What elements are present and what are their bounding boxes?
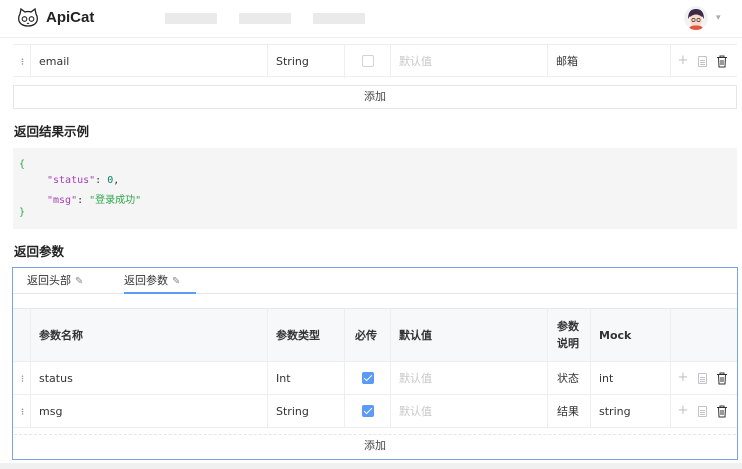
response-title: 返回参数	[14, 244, 65, 259]
json-brace: }	[19, 207, 26, 218]
bottom-scroll-strip	[0, 463, 742, 469]
mock-cell[interactable]: string	[591, 395, 671, 428]
drag-handle-icon[interactable]	[13, 362, 31, 395]
trash-icon[interactable]	[716, 372, 728, 385]
json-key: "msg"	[47, 195, 78, 206]
top-bar: ApiCat ▾	[0, 0, 742, 38]
json-colon: :	[95, 175, 108, 186]
nav-placeholder-1[interactable]	[165, 13, 217, 24]
nav-placeholder-2[interactable]	[239, 13, 291, 24]
tab-bar: 返回头部 ✎ 返回参数 ✎	[13, 268, 737, 294]
chevron-down-icon[interactable]: ▾	[716, 13, 721, 23]
tab-label: 返回参数	[124, 274, 168, 287]
add-param-button[interactable]: 添加	[13, 85, 737, 109]
table-header: 参数名称 参数类型 必传 默认值 参数说明 Mock	[13, 308, 737, 362]
row-actions: +	[671, 395, 737, 428]
table-row: status Int 默认值 状态 int +	[13, 362, 737, 395]
json-string: "登录成功"	[89, 195, 142, 206]
tab-label: 返回头部	[27, 274, 71, 287]
header-param-type: 参数类型	[268, 309, 345, 362]
tab-response-params[interactable]: 返回参数 ✎	[124, 272, 180, 288]
json-colon: :	[77, 195, 90, 206]
cat-logo-icon[interactable]	[17, 8, 39, 28]
example-code-block[interactable]: { "status": 0, "msg": "登录成功" }	[13, 148, 737, 229]
table-row: msg String 默认值 结果 string +	[13, 395, 737, 428]
trash-icon[interactable]	[716, 55, 728, 68]
plus-icon[interactable]: +	[677, 371, 689, 385]
required-cell	[345, 45, 391, 78]
param-type-cell[interactable]: Int	[268, 362, 345, 395]
trash-icon[interactable]	[716, 405, 728, 418]
description-cell[interactable]: 邮箱	[548, 45, 671, 78]
app-name[interactable]: ApiCat	[46, 9, 94, 26]
default-value-input[interactable]: 默认值	[391, 362, 548, 395]
mock-cell[interactable]: int	[591, 362, 671, 395]
default-value-input[interactable]: 默认值	[391, 395, 548, 428]
row-actions: +	[671, 45, 737, 78]
drag-handle-icon[interactable]	[13, 45, 31, 78]
nav-placeholder-3[interactable]	[313, 13, 365, 24]
example-title: 返回结果示例	[14, 124, 90, 139]
plus-icon[interactable]: +	[677, 404, 689, 418]
header-description-line2: 说明	[557, 337, 579, 350]
header-required: 必传	[345, 309, 391, 362]
document-icon[interactable]	[698, 373, 707, 384]
header-default: 默认值	[391, 309, 548, 362]
pencil-icon[interactable]: ✎	[172, 276, 180, 287]
required-cell	[345, 362, 391, 395]
active-tab-indicator	[124, 292, 196, 294]
drag-handle-icon[interactable]	[13, 395, 31, 428]
param-type-cell[interactable]: String	[268, 395, 345, 428]
json-brace: {	[19, 159, 26, 170]
required-checkbox[interactable]	[362, 55, 374, 67]
document-icon[interactable]	[698, 56, 707, 67]
param-name-cell[interactable]: status	[31, 362, 268, 395]
pencil-icon[interactable]: ✎	[75, 276, 83, 287]
param-name-cell[interactable]: email	[31, 45, 268, 78]
description-cell[interactable]: 状态	[548, 362, 591, 395]
header-handle-cell	[13, 309, 31, 362]
header-description-line1: 参数	[557, 320, 579, 333]
document-icon[interactable]	[698, 406, 707, 417]
row-actions: +	[671, 362, 737, 395]
table-row: email String 默认值 邮箱 +	[13, 44, 737, 78]
default-value-input[interactable]: 默认值	[391, 45, 548, 78]
add-response-param-button[interactable]: 添加	[14, 434, 736, 458]
header-mock: Mock	[591, 309, 671, 362]
json-comma: ,	[113, 175, 120, 186]
tab-response-headers[interactable]: 返回头部 ✎	[27, 272, 83, 288]
param-type-cell[interactable]: String	[268, 45, 345, 78]
header-description: 参数 说明	[548, 309, 591, 362]
user-avatar[interactable]	[684, 6, 708, 30]
param-name-cell[interactable]: msg	[31, 395, 268, 428]
required-checkbox[interactable]	[362, 405, 374, 417]
json-key: "status"	[47, 175, 96, 186]
header-param-name: 参数名称	[31, 309, 268, 362]
required-cell	[345, 395, 391, 428]
description-cell[interactable]: 结果	[548, 395, 591, 428]
plus-icon[interactable]: +	[677, 54, 689, 68]
required-checkbox[interactable]	[362, 372, 374, 384]
